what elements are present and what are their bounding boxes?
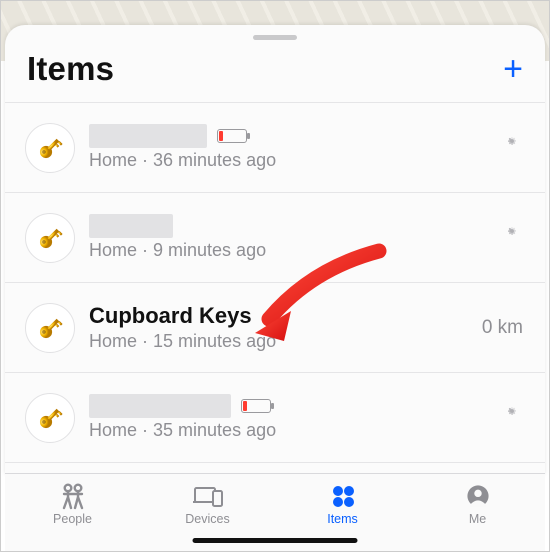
- item-trailing: [467, 227, 523, 249]
- item-body: Home · 9 minutes ago: [89, 214, 467, 261]
- redacted-name: [89, 124, 207, 148]
- items-list: Home · 36 minutes ago Home · 9 minutes ag…: [5, 102, 545, 463]
- redacted-name: [89, 394, 231, 418]
- item-row[interactable]: Home · 9 minutes ago: [5, 193, 545, 283]
- item-row[interactable]: Cupboard KeysHome · 15 minutes ago 0 km: [5, 283, 545, 373]
- item-trailing: [467, 407, 523, 429]
- item-subtitle: Home · 35 minutes ago: [89, 420, 467, 441]
- bottom-sheet: Items + Home · 36 minutes ago Home · 9 mi…: [5, 25, 545, 475]
- low-battery-icon: [217, 129, 247, 143]
- redacted-name: [89, 214, 173, 238]
- key-icon: [25, 303, 75, 353]
- item-distance: 0 km: [482, 317, 523, 339]
- person-icon: [461, 482, 495, 510]
- key-icon: [25, 213, 75, 263]
- item-time: 36 minutes ago: [153, 150, 276, 170]
- tab-people[interactable]: People: [5, 474, 140, 551]
- item-subtitle: Home · 15 minutes ago: [89, 331, 467, 352]
- item-trailing: [467, 137, 523, 159]
- tab-label: Items: [327, 512, 358, 526]
- item-subtitle: Home · 36 minutes ago: [89, 150, 467, 171]
- tab-label: Me: [469, 512, 486, 526]
- item-time: 9 minutes ago: [153, 240, 266, 260]
- item-location: Home: [89, 240, 137, 260]
- item-trailing: 0 km: [467, 317, 523, 339]
- item-location: Home: [89, 150, 137, 170]
- item-name: Cupboard Keys: [89, 303, 252, 329]
- loading-spinner: [501, 137, 523, 159]
- home-indicator[interactable]: [193, 538, 358, 543]
- devices-icon: [191, 482, 225, 510]
- item-body: Home · 35 minutes ago: [89, 394, 467, 441]
- loading-spinner: [501, 407, 523, 429]
- item-body: Cupboard KeysHome · 15 minutes ago: [89, 303, 467, 352]
- add-item-button[interactable]: +: [503, 52, 523, 86]
- item-time: 15 minutes ago: [153, 331, 276, 351]
- tab-label: People: [53, 512, 92, 526]
- key-icon: [25, 393, 75, 443]
- item-row[interactable]: Home · 35 minutes ago: [5, 373, 545, 463]
- item-location: Home: [89, 420, 137, 440]
- item-body: Home · 36 minutes ago: [89, 124, 467, 171]
- people-icon: [56, 482, 90, 510]
- page-title: Items: [27, 50, 114, 88]
- key-icon: [25, 123, 75, 173]
- item-subtitle: Home · 9 minutes ago: [89, 240, 467, 261]
- tab-label: Devices: [185, 512, 229, 526]
- sheet-grabber[interactable]: [253, 35, 297, 40]
- item-time: 35 minutes ago: [153, 420, 276, 440]
- tab-me[interactable]: Me: [410, 474, 545, 551]
- loading-spinner: [501, 227, 523, 249]
- item-location: Home: [89, 331, 137, 351]
- low-battery-icon: [241, 399, 271, 413]
- item-row[interactable]: Home · 36 minutes ago: [5, 103, 545, 193]
- items-icon: [326, 482, 360, 510]
